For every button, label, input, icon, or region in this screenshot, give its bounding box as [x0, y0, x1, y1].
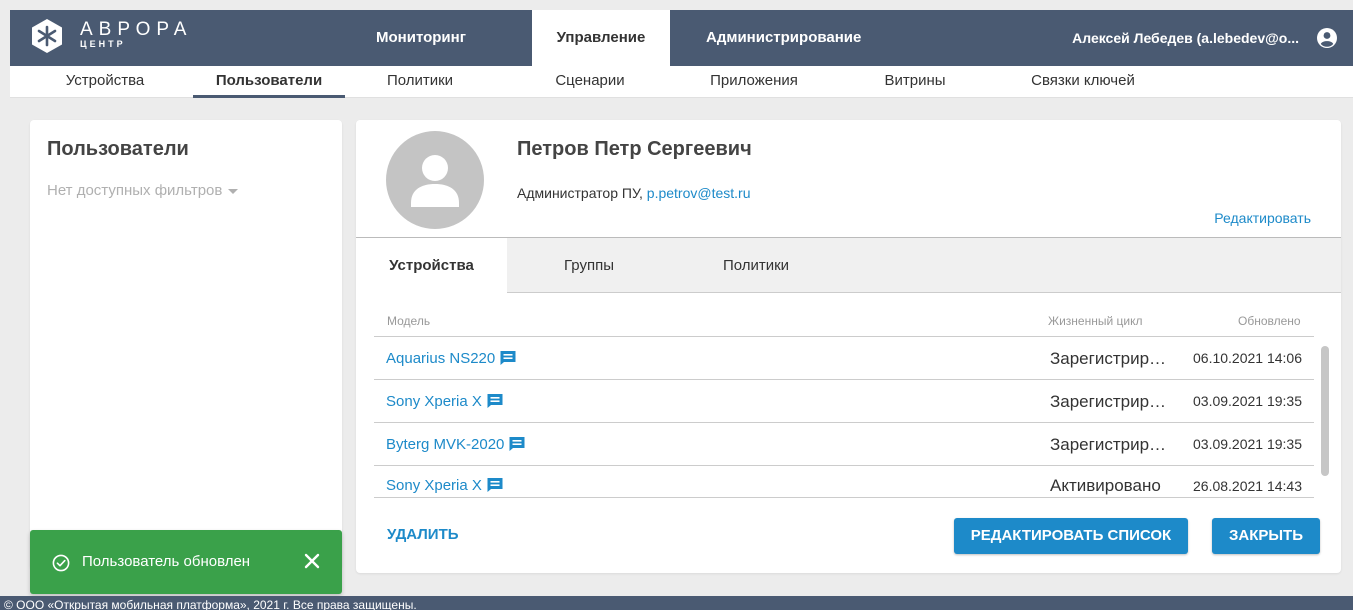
tab-policies[interactable]: Политики — [696, 238, 816, 293]
column-header-model[interactable]: Модель — [387, 306, 430, 336]
user-detail-panel: Петров Петр Сергеевич Администратор ПУ, … — [356, 120, 1341, 573]
nav-tab-management[interactable]: Управление — [532, 10, 670, 66]
device-lifecycle: Зарегистрировано — [1050, 435, 1174, 454]
close-icon[interactable] — [304, 553, 320, 569]
footer-copyright: © ООО «Открытая мобильная платформа», 20… — [4, 598, 417, 610]
success-toast: Пользователь обновлен — [30, 530, 342, 594]
nav-tab-label: Администрирование — [706, 29, 862, 46]
column-header-lifecycle[interactable]: Жизненный цикл — [1048, 306, 1142, 336]
delete-button[interactable]: УДАЛИТЬ — [387, 526, 459, 543]
comment-icon[interactable] — [499, 350, 517, 366]
table-row[interactable]: Sony Xperia X Зарегистрировано 03.09.202… — [374, 379, 1314, 422]
device-model-name: Byterg MVK-2020 — [386, 436, 505, 453]
device-updated: 03.09.2021 19:35 — [1193, 393, 1302, 409]
current-user-name[interactable]: Алексей Лебедев (a.lebedev@o... — [1072, 10, 1299, 66]
table-row[interactable]: Aquarius NS220 Зарегистрировано 06.10.20… — [374, 336, 1314, 379]
profile-email-link[interactable]: p.petrov@test.ru — [647, 185, 751, 201]
edit-profile-link[interactable]: Редактировать — [1214, 210, 1311, 226]
device-model-link[interactable]: Aquarius NS220 — [386, 337, 517, 380]
table-scrollbar[interactable] — [1321, 346, 1329, 476]
profile-name: Петров Петр Сергеевич — [517, 138, 752, 160]
comment-icon[interactable] — [508, 436, 526, 452]
check-circle-icon — [52, 554, 70, 572]
table-row[interactable]: Sony Xperia X Активировано 26.08.2021 14… — [374, 465, 1314, 497]
users-filter-panel: Пользователи Нет доступных фильтров — [30, 120, 342, 570]
profile-role: Администратор ПУ, — [517, 185, 643, 201]
table-header: Модель Жизненный цикл Обновлено — [356, 306, 1341, 336]
detail-tabs: Устройства Группы Политики — [356, 238, 1341, 294]
edit-list-button[interactable]: РЕДАКТИРОВАТЬ СПИСОК — [954, 518, 1188, 554]
caret-down-icon — [228, 188, 239, 194]
subnav-users[interactable]: Пользователи — [193, 66, 345, 98]
table-row[interactable]: Byterg MVK-2020 Зарегистрировано 03.09.2… — [374, 422, 1314, 465]
logo-title: АВРОРА — [80, 19, 193, 40]
subnav-devices[interactable]: Устройства — [50, 66, 160, 98]
device-model-link[interactable]: Sony Xperia X — [386, 466, 504, 497]
device-lifecycle: Активировано — [1050, 476, 1161, 495]
panel-title: Пользователи — [47, 138, 189, 160]
user-circle-icon[interactable] — [1317, 28, 1337, 48]
avatar-placeholder-icon — [411, 155, 459, 207]
device-model-name: Sony Xperia X — [386, 477, 482, 494]
tab-groups[interactable]: Группы — [534, 238, 644, 293]
device-model-name: Aquarius NS220 — [386, 350, 496, 367]
nav-tab-administration[interactable]: Администрирование — [706, 10, 876, 66]
device-model-name: Sony Xperia X — [386, 393, 482, 410]
logo-text: АВРОРА ЦЕНТР — [80, 19, 193, 50]
filter-label: Нет доступных фильтров — [47, 182, 223, 199]
footer: © ООО «Открытая мобильная платформа», 20… — [0, 596, 1353, 610]
nav-tab-label: Управление — [556, 29, 646, 46]
nav-tab-monitoring[interactable]: Мониторинг — [376, 10, 466, 66]
column-header-updated[interactable]: Обновлено — [1238, 306, 1301, 336]
device-updated: 26.08.2021 14:43 — [1193, 478, 1302, 494]
subnav-keychains[interactable]: Связки ключей — [1018, 66, 1148, 98]
device-lifecycle: Зарегистрировано — [1050, 392, 1174, 411]
divider — [374, 497, 1314, 498]
logo-subtitle: ЦЕНТР — [80, 39, 126, 49]
comment-icon[interactable] — [486, 477, 504, 493]
device-updated: 06.10.2021 14:06 — [1193, 350, 1302, 366]
tab-devices[interactable]: Устройства — [356, 238, 507, 294]
avatar — [386, 131, 484, 229]
top-header: АВРОРА ЦЕНТР Мониторинг Управление Админ… — [10, 10, 1353, 66]
subnav-policies[interactable]: Политики — [380, 66, 460, 98]
aurora-logo-icon[interactable] — [30, 18, 64, 54]
sub-navigation: Устройства Пользователи Политики Сценари… — [10, 66, 1353, 98]
filter-dropdown[interactable]: Нет доступных фильтров — [47, 182, 239, 199]
profile-role-line: Администратор ПУ, p.petrov@test.ru — [517, 185, 750, 201]
toast-message: Пользователь обновлен — [82, 553, 251, 570]
device-updated: 03.09.2021 19:35 — [1193, 436, 1302, 452]
device-lifecycle: Зарегистрировано — [1050, 349, 1174, 368]
device-model-link[interactable]: Byterg MVK-2020 — [386, 423, 526, 466]
nav-tab-label: Мониторинг — [376, 29, 466, 46]
subnav-applications[interactable]: Приложения — [704, 66, 804, 98]
close-button[interactable]: ЗАКРЫТЬ — [1212, 518, 1320, 554]
subnav-scenarios[interactable]: Сценарии — [550, 66, 630, 98]
device-model-link[interactable]: Sony Xperia X — [386, 380, 504, 423]
comment-icon[interactable] — [486, 393, 504, 409]
subnav-storefronts[interactable]: Витрины — [878, 66, 952, 98]
